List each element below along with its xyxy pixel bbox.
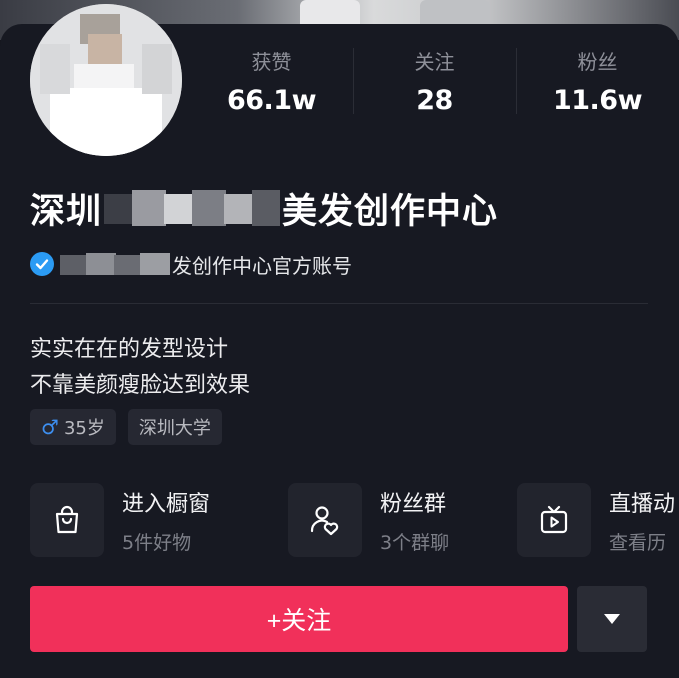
stat-value: 11.6w — [552, 85, 643, 116]
tv-play-icon — [517, 483, 591, 557]
more-options-button[interactable] — [577, 586, 647, 652]
profile-tags: ♂ 35岁 深圳大学 — [30, 409, 222, 445]
male-icon: ♂ — [41, 415, 59, 439]
follow-button[interactable]: +关注 — [30, 586, 568, 652]
shopping-bag-icon — [30, 483, 104, 557]
entry-sub: 3个群聊 — [380, 531, 450, 554]
stat-value: 28 — [416, 85, 453, 116]
entry-sub: 查看历 — [609, 531, 667, 554]
avatar[interactable] — [30, 4, 182, 156]
school-text: 深圳大学 — [138, 418, 211, 439]
stat-followers[interactable]: 粉丝 11.6w — [516, 44, 679, 124]
entry-fan-group[interactable]: 粉丝群 3个群聊 — [288, 483, 449, 557]
verify-text: 发创作中心官方账号 — [172, 253, 352, 278]
entry-title: 粉丝群 — [380, 491, 447, 517]
profile-name: 深圳 美发创作中心 — [30, 186, 498, 232]
stat-label: 获赞 — [251, 50, 292, 74]
stat-value: 66.1w — [226, 85, 317, 116]
bio-line: 实实在在的发型设计 — [30, 337, 229, 362]
entry-live[interactable]: 直播动 查看历 — [517, 483, 675, 557]
chevron-down-icon — [604, 614, 620, 624]
age-tag: ♂ 35岁 — [30, 409, 116, 445]
school-tag[interactable]: 深圳大学 — [127, 409, 222, 445]
verified-check-icon — [30, 252, 54, 276]
name-suffix: 美发创作中心 — [282, 191, 499, 232]
entry-sub: 5件好物 — [122, 531, 192, 554]
stat-likes[interactable]: 获赞 66.1w — [190, 44, 353, 124]
bio: 实实在在的发型设计 不靠美颜瘦脸达到效果 — [30, 332, 250, 404]
name-prefix: 深圳 — [30, 191, 103, 232]
stat-following[interactable]: 关注 28 — [353, 44, 516, 124]
name-mosaic — [104, 186, 281, 230]
group-chat-icon — [288, 483, 362, 557]
entry-title: 进入橱窗 — [122, 491, 211, 517]
verify-mosaic — [60, 251, 170, 277]
feature-entries: 进入橱窗 5件好物 粉丝群 3个群聊 直播动 查看历 — [30, 483, 679, 557]
verification-row: 发创作中心官方账号 — [30, 250, 352, 278]
divider — [30, 303, 648, 304]
stat-label: 关注 — [414, 50, 455, 74]
stats-bar: 获赞 66.1w 关注 28 粉丝 11.6w — [190, 44, 679, 124]
entry-title: 直播动 — [609, 491, 676, 517]
bio-line: 不靠美颜瘦脸达到效果 — [30, 373, 251, 398]
stat-label: 粉丝 — [577, 50, 618, 74]
age-text: 35岁 — [63, 418, 105, 439]
entry-showcase[interactable]: 进入橱窗 5件好物 — [30, 483, 210, 557]
